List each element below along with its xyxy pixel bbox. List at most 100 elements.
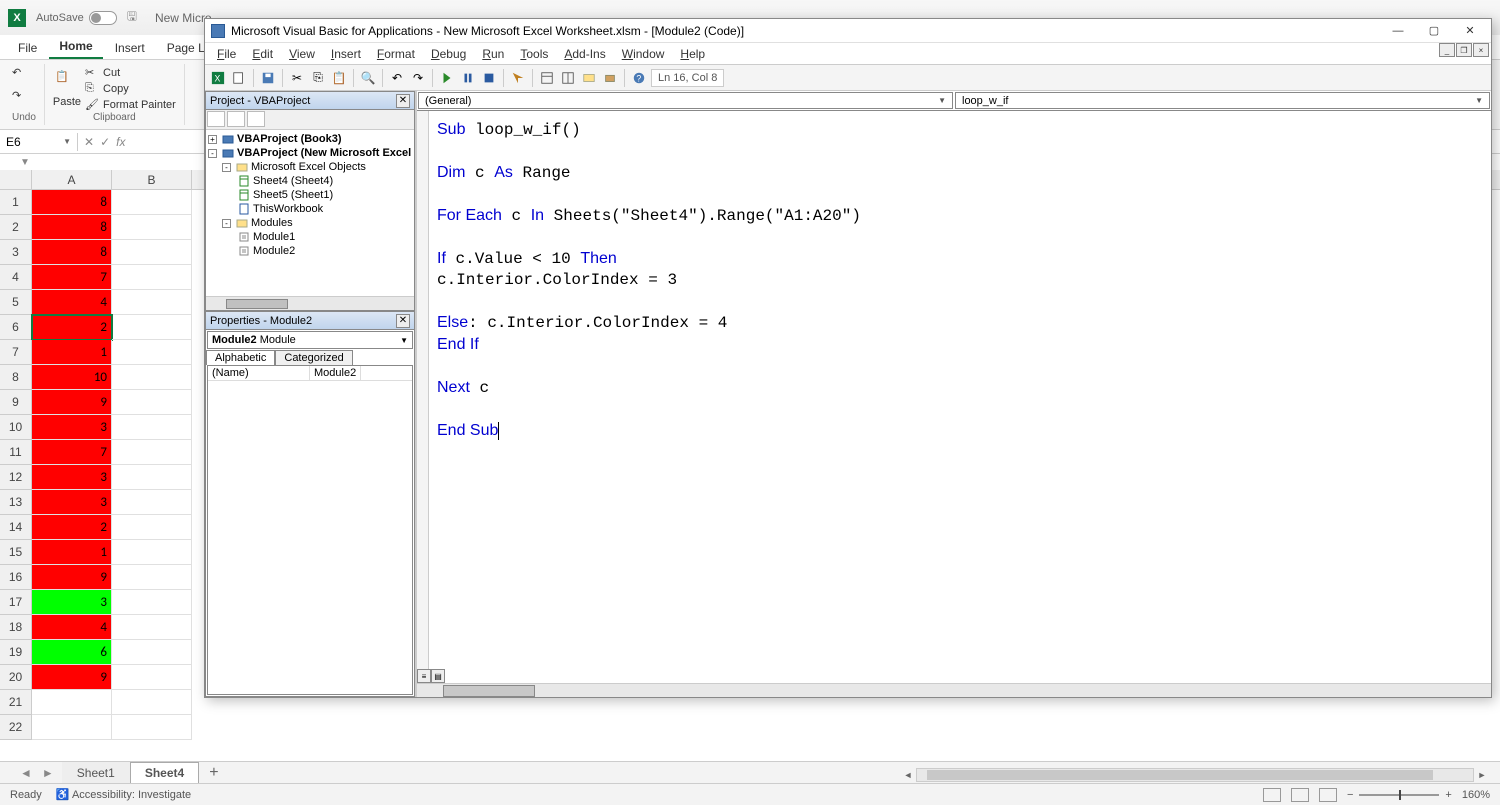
cut-icon[interactable]: ✂ bbox=[288, 69, 306, 87]
minimize-button[interactable]: — bbox=[1381, 21, 1415, 41]
cell[interactable] bbox=[112, 540, 192, 565]
cell[interactable]: 8 bbox=[32, 190, 112, 215]
cell[interactable]: 3 bbox=[32, 465, 112, 490]
row-header[interactable]: 6 bbox=[0, 315, 32, 340]
cell[interactable] bbox=[112, 315, 192, 340]
project-panel-close-icon[interactable]: ✕ bbox=[396, 94, 410, 108]
menu-format[interactable]: Format bbox=[369, 45, 423, 63]
undo-icon[interactable]: ↶ bbox=[388, 69, 406, 87]
cell[interactable] bbox=[112, 690, 192, 715]
cell[interactable] bbox=[112, 365, 192, 390]
sheet-nav-prev-icon[interactable]: ◄ bbox=[20, 766, 32, 780]
object-dropdown[interactable]: (General)▼ bbox=[418, 92, 953, 109]
ribbon-tab-home[interactable]: Home bbox=[49, 35, 102, 59]
sheet-nav-next-icon[interactable]: ► bbox=[42, 766, 54, 780]
code-margin[interactable] bbox=[417, 111, 429, 669]
tree-item[interactable]: -Modules bbox=[208, 216, 412, 230]
cell[interactable] bbox=[112, 615, 192, 640]
row-header[interactable]: 16 bbox=[0, 565, 32, 590]
menu-view[interactable]: View bbox=[281, 45, 323, 63]
cell[interactable]: 7 bbox=[32, 265, 112, 290]
cell[interactable] bbox=[112, 565, 192, 590]
find-icon[interactable]: 🔍 bbox=[359, 69, 377, 87]
cell[interactable]: 10 bbox=[32, 365, 112, 390]
tree-item[interactable]: -Microsoft Excel Objects bbox=[208, 160, 412, 174]
view-excel-icon[interactable]: X bbox=[209, 69, 227, 87]
tree-item[interactable]: +VBAProject (Book3) bbox=[208, 132, 412, 146]
cell[interactable]: 9 bbox=[32, 665, 112, 690]
mdi-minimize-button[interactable]: _ bbox=[1439, 43, 1455, 57]
hscroll-left-icon[interactable]: ◄ bbox=[900, 768, 916, 782]
properties-object-combo[interactable]: Module2 Module ▼ bbox=[207, 331, 413, 349]
row-header[interactable]: 3 bbox=[0, 240, 32, 265]
view-code-icon[interactable] bbox=[207, 111, 225, 127]
copy-button[interactable]: ⎘Copy bbox=[85, 82, 176, 96]
procedure-dropdown[interactable]: loop_w_if▼ bbox=[955, 92, 1490, 109]
accessibility-status[interactable]: ♿ Accessibility: Investigate bbox=[56, 788, 191, 801]
row-header[interactable]: 20 bbox=[0, 665, 32, 690]
row-header[interactable]: 15 bbox=[0, 540, 32, 565]
cell[interactable] bbox=[32, 690, 112, 715]
zoom-level[interactable]: 160% bbox=[1462, 789, 1490, 801]
zoom-in-button[interactable]: + bbox=[1445, 789, 1451, 801]
paste-icon[interactable]: 📋 bbox=[330, 69, 348, 87]
row-header[interactable]: 10 bbox=[0, 415, 32, 440]
row-header[interactable]: 4 bbox=[0, 265, 32, 290]
zoom-out-button[interactable]: − bbox=[1347, 789, 1353, 801]
cell[interactable]: 1 bbox=[32, 540, 112, 565]
cell[interactable] bbox=[112, 290, 192, 315]
design-mode-icon[interactable] bbox=[509, 69, 527, 87]
cell[interactable] bbox=[112, 715, 192, 740]
sheet-tab-sheet4[interactable]: Sheet4 bbox=[130, 762, 199, 784]
cell[interactable] bbox=[112, 440, 192, 465]
cell[interactable]: 3 bbox=[32, 490, 112, 515]
menu-run[interactable]: Run bbox=[474, 45, 512, 63]
cell[interactable] bbox=[112, 590, 192, 615]
row-header[interactable]: 14 bbox=[0, 515, 32, 540]
row-header[interactable]: 11 bbox=[0, 440, 32, 465]
cell[interactable] bbox=[112, 390, 192, 415]
autosave-toggle[interactable] bbox=[89, 11, 117, 25]
properties-window-icon[interactable] bbox=[559, 69, 577, 87]
cell[interactable]: 3 bbox=[32, 590, 112, 615]
cell[interactable]: 3 bbox=[32, 415, 112, 440]
zoom-slider[interactable] bbox=[1359, 794, 1439, 796]
cell[interactable] bbox=[32, 715, 112, 740]
maximize-button[interactable]: ▢ bbox=[1417, 21, 1451, 41]
toggle-folders-icon[interactable] bbox=[247, 111, 265, 127]
menu-window[interactable]: Window bbox=[614, 45, 673, 63]
ribbon-tab-insert[interactable]: Insert bbox=[105, 37, 155, 59]
enter-formula-icon[interactable]: ✓ bbox=[100, 135, 110, 149]
cell[interactable]: 4 bbox=[32, 290, 112, 315]
row-header[interactable]: 13 bbox=[0, 490, 32, 515]
tree-item[interactable]: Sheet5 (Sheet1) bbox=[208, 188, 412, 202]
close-button[interactable]: ✕ bbox=[1453, 21, 1487, 41]
fx-icon[interactable]: fx bbox=[116, 135, 125, 149]
cell[interactable] bbox=[112, 515, 192, 540]
tree-item[interactable]: Module2 bbox=[208, 244, 412, 258]
properties-panel-title[interactable]: Properties - Module2 ✕ bbox=[206, 312, 414, 330]
cell[interactable]: 7 bbox=[32, 440, 112, 465]
property-row[interactable]: (Name)Module2 bbox=[208, 366, 412, 381]
cell[interactable]: 9 bbox=[32, 390, 112, 415]
code-editor[interactable]: Sub loop_w_if() Dim c As Range For Each … bbox=[417, 111, 1491, 683]
cell[interactable] bbox=[112, 490, 192, 515]
insert-module-icon[interactable] bbox=[230, 69, 248, 87]
procedure-view-icon[interactable]: ≡ bbox=[417, 669, 431, 683]
redo-button[interactable]: ↷ bbox=[12, 89, 26, 103]
ribbon-tab-file[interactable]: File bbox=[8, 37, 47, 59]
add-sheet-button[interactable]: + bbox=[199, 764, 228, 782]
cell[interactable]: 6 bbox=[32, 640, 112, 665]
row-header[interactable]: 21 bbox=[0, 690, 32, 715]
code-hscroll[interactable] bbox=[417, 683, 1491, 697]
menu-help[interactable]: Help bbox=[672, 45, 713, 63]
cell[interactable]: 8 bbox=[32, 215, 112, 240]
menu-file[interactable]: File bbox=[209, 45, 244, 63]
project-tree[interactable]: +VBAProject (Book3)-VBAProject (New Micr… bbox=[206, 130, 414, 296]
cell[interactable] bbox=[112, 265, 192, 290]
cell[interactable]: 1 bbox=[32, 340, 112, 365]
row-header[interactable]: 7 bbox=[0, 340, 32, 365]
hscroll-right-icon[interactable]: ► bbox=[1474, 768, 1490, 782]
tree-item[interactable]: Sheet4 (Sheet4) bbox=[208, 174, 412, 188]
mdi-close-button[interactable]: × bbox=[1473, 43, 1489, 57]
